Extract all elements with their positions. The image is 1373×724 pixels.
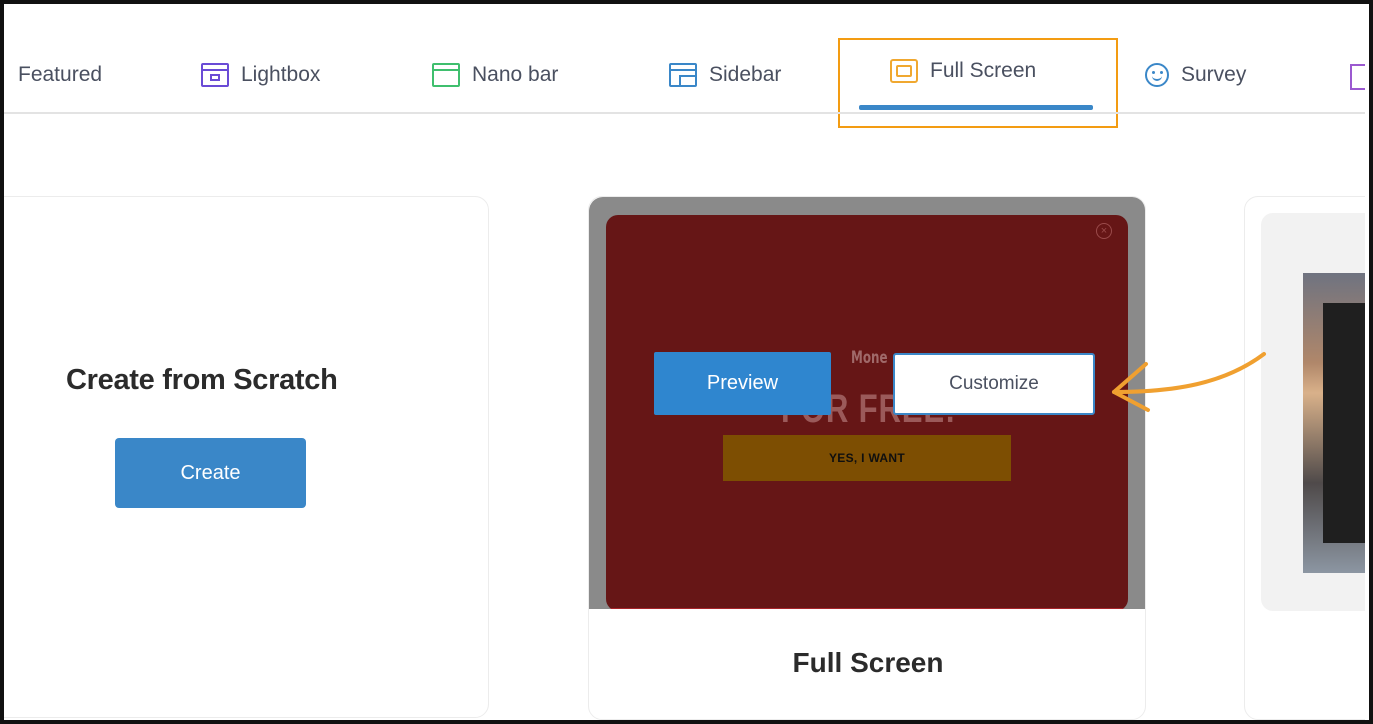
popup-cta-button: YES, I WANT	[723, 435, 1011, 481]
tab-featured[interactable]: Featured	[18, 60, 102, 90]
page: Featured Lightbox Nano bar Sidebar Full …	[4, 4, 1365, 720]
popup-bottom-accent	[606, 608, 1128, 609]
lightbox-icon	[201, 63, 229, 87]
tab-label: Nano bar	[472, 63, 559, 86]
thumbnail-overlay	[1323, 303, 1365, 543]
popup-headline: Mone	[851, 348, 888, 368]
template-title: Full Screen	[792, 647, 944, 678]
tab-label: Sidebar	[709, 63, 782, 86]
tab-sidebar[interactable]: Sidebar	[669, 60, 781, 90]
full-screen-template-card: × Mone FOR FREE! YES, I WANT Preview Cus…	[588, 196, 1146, 720]
next-template-card[interactable]	[1244, 196, 1365, 720]
preview-button[interactable]: Preview	[654, 352, 831, 415]
tab-survey[interactable]: Survey	[1145, 60, 1246, 90]
close-icon: ×	[1096, 223, 1112, 239]
customize-button[interactable]: Customize	[893, 353, 1095, 415]
template-tabs: Featured Lightbox Nano bar Sidebar Full …	[4, 4, 1365, 128]
tab-label: Lightbox	[241, 63, 321, 86]
sidebar-icon	[669, 63, 697, 87]
tab-label: Survey	[1181, 63, 1247, 86]
next-tab-icon[interactable]	[1350, 64, 1365, 90]
tab-label: Featured	[18, 63, 103, 86]
arrow-annotation-icon	[1112, 352, 1266, 412]
tab-highlight-box	[838, 38, 1118, 128]
nano-bar-icon	[432, 63, 460, 87]
tab-lightbox[interactable]: Lightbox	[201, 60, 320, 90]
tabs-divider	[4, 112, 1365, 114]
template-preview	[1261, 213, 1365, 611]
template-preview: × Mone FOR FREE! YES, I WANT Preview Cus…	[589, 197, 1145, 609]
survey-icon	[1145, 63, 1169, 87]
create-button[interactable]: Create	[115, 438, 306, 508]
tab-nano-bar[interactable]: Nano bar	[432, 60, 558, 90]
scratch-card-title: Create from Scratch	[66, 364, 338, 396]
